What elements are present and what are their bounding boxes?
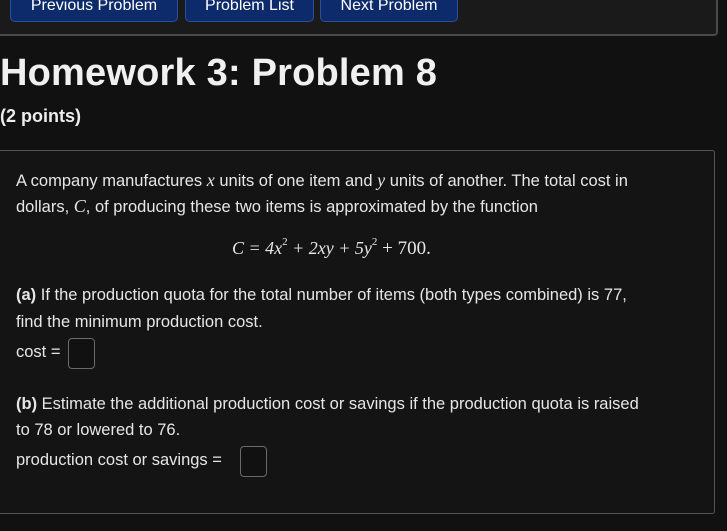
cost-answer-input[interactable] (68, 338, 95, 369)
problem-intro-line-1: A company manufactures x units of one it… (16, 170, 628, 191)
problem-intro-line-2: dollars, C, of producing these two items… (16, 196, 538, 217)
variable-y: y (377, 170, 386, 190)
page-title: Homework 3: Problem 8 (0, 52, 438, 94)
previous-problem-button[interactable]: Previous Problem (10, 0, 178, 22)
part-a-text-1: If the production quota for the total nu… (36, 286, 627, 304)
part-a-line-2: find the minimum production cost. (16, 313, 263, 331)
formula-rhs: + 700. (377, 238, 431, 259)
part-b-line-2: to 78 or lowered to 76. (16, 421, 181, 439)
intro-text-2a: dollars, (16, 198, 74, 216)
formula-lhs: C = 4x (232, 238, 283, 258)
points-label: (2 points) (0, 106, 81, 126)
part-b-tag: (b) (16, 395, 38, 413)
cost-function-formula: C = 4x2 + 2xy + 5y2 + 700. (232, 236, 431, 260)
savings-label: production cost or savings = (16, 451, 222, 469)
part-a-tag: (a) (16, 286, 37, 304)
formula-middle: + 2xy + 5y (287, 238, 372, 258)
savings-answer-input[interactable] (240, 446, 267, 477)
part-b-text-1: Estimate the additional production cost … (37, 395, 639, 413)
intro-text-1a: A company manufactures (16, 172, 207, 190)
intro-text-1b: units of one item and (214, 172, 378, 190)
intro-text-1c: units of another. The total cost in (385, 172, 628, 190)
cost-label: cost = (16, 343, 61, 361)
part-b-line-1: (b) Estimate the additional production c… (16, 395, 639, 414)
variable-x: x (206, 170, 215, 190)
part-a-line-1: (a) If the production quota for the tota… (16, 286, 627, 305)
variable-c: C (73, 196, 86, 216)
problem-list-button[interactable]: Problem List (185, 0, 314, 22)
intro-text-2b: , of producing these two items is approx… (85, 198, 538, 216)
problem-nav-bar: Previous Problem Problem List Next Probl… (0, 0, 718, 36)
next-problem-button[interactable]: Next Problem (320, 0, 458, 22)
